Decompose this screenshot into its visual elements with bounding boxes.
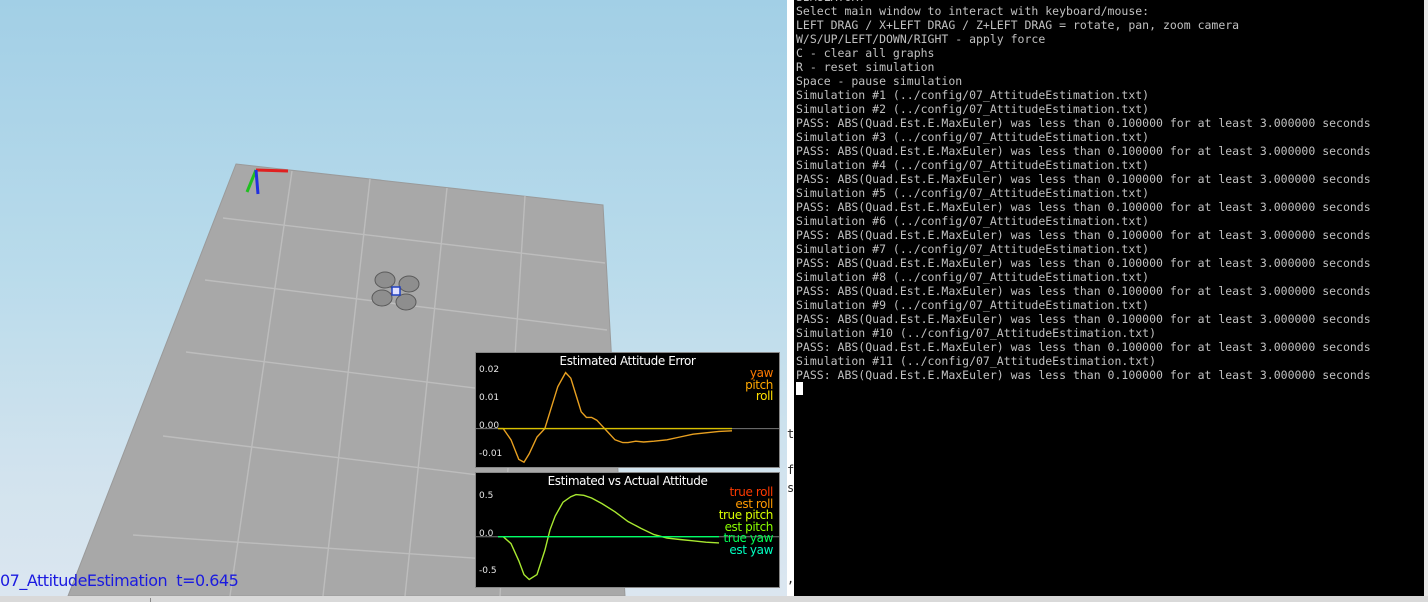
console-line: PASS: ABS(Quad.Est.E.MaxEuler) was less … [796, 312, 1371, 326]
series-line-pitch [498, 371, 733, 464]
console-output: SIMULATOR!Select main window to interact… [796, 0, 1371, 396]
console-line: PASS: ABS(Quad.Est.E.MaxEuler) was less … [796, 144, 1371, 158]
attitude-comparison-plot[interactable]: Estimated vs Actual Attitude 0.5 0.0 -0.… [475, 472, 780, 588]
console-line: PASS: ABS(Quad.Est.E.MaxEuler) was less … [796, 172, 1371, 186]
y-tick-label: -0.5 [479, 566, 497, 576]
legend-entry: roll [755, 389, 773, 403]
console-window[interactable]: SIMULATOR!Select main window to interact… [794, 0, 1424, 596]
plot-legend: yaw pitch roll [745, 367, 773, 403]
y-tick-label: -0.01 [479, 449, 503, 459]
console-line: W/S/UP/LEFT/DOWN/RIGHT - apply force [796, 32, 1046, 46]
console-line: LEFT DRAG / X+LEFT DRAG / Z+LEFT DRAG = … [796, 18, 1240, 32]
console-line: Simulation #3 (../config/07_AttitudeEsti… [796, 130, 1150, 144]
console-line: Select main window to interact with keyb… [796, 4, 1150, 18]
y-tick-label: 0.01 [479, 393, 500, 403]
console-line: PASS: ABS(Quad.Est.E.MaxEuler) was less … [796, 116, 1371, 130]
console-line: Simulation #4 (../config/07_AttitudeEsti… [796, 158, 1150, 172]
console-line: Simulation #7 (../config/07_AttitudeEsti… [796, 242, 1150, 256]
y-tick-label: 0.00 [479, 421, 500, 431]
console-cursor [796, 382, 803, 395]
console-line: PASS: ABS(Quad.Est.E.MaxEuler) was less … [796, 284, 1371, 298]
plot-title: Estimated Attitude Error [559, 354, 696, 368]
y-tick-label: 0.5 [479, 491, 494, 501]
window-bottom-edge [0, 596, 1428, 602]
console-line: Simulation #9 (../config/07_AttitudeEsti… [796, 298, 1150, 312]
simulation-label: 07_AttitudeEstimation t=0.645 [0, 571, 239, 590]
console-line: R - reset simulation [796, 60, 935, 74]
console-line: PASS: ABS(Quad.Est.E.MaxEuler) was less … [796, 368, 1371, 382]
console-scrollbar[interactable] [1424, 0, 1428, 596]
console-line: Simulation #1 (../config/07_AttitudeEsti… [796, 88, 1150, 102]
console-line: C - clear all graphs [796, 46, 935, 60]
y-tick-label: 0.0 [479, 529, 494, 539]
console-line: Simulation #2 (../config/07_AttitudeEsti… [796, 102, 1150, 116]
console-line: Simulation #5 (../config/07_AttitudeEsti… [796, 186, 1150, 200]
console-line: Simulation #8 (../config/07_AttitudeEsti… [796, 270, 1150, 284]
divider [150, 598, 151, 602]
console-line: Space - pause simulation [796, 74, 963, 88]
y-tick-label: 0.02 [479, 365, 500, 375]
console-line: Simulation #6 (../config/07_AttitudeEsti… [796, 214, 1150, 228]
plot-legend: true roll est roll true pitch est pitch … [719, 486, 774, 557]
console-line: PASS: ABS(Quad.Est.E.MaxEuler) was less … [796, 200, 1371, 214]
console-line: Simulation #10 (../config/07_AttitudeEst… [796, 326, 1157, 340]
legend-entry: est yaw [729, 542, 773, 557]
console-line: PASS: ABS(Quad.Est.E.MaxEuler) was less … [796, 228, 1371, 242]
attitude-error-plot-area [476, 371, 779, 464]
console-line: PASS: ABS(Quad.Est.E.MaxEuler) was less … [796, 256, 1371, 270]
attitude-error-plot[interactable]: Estimated Attitude Error 0.02 0.01 0.00 … [475, 352, 780, 468]
console-line: Simulation #11 (../config/07_AttitudeEst… [796, 354, 1157, 368]
console-line: PASS: ABS(Quad.Est.E.MaxEuler) was less … [796, 340, 1371, 354]
